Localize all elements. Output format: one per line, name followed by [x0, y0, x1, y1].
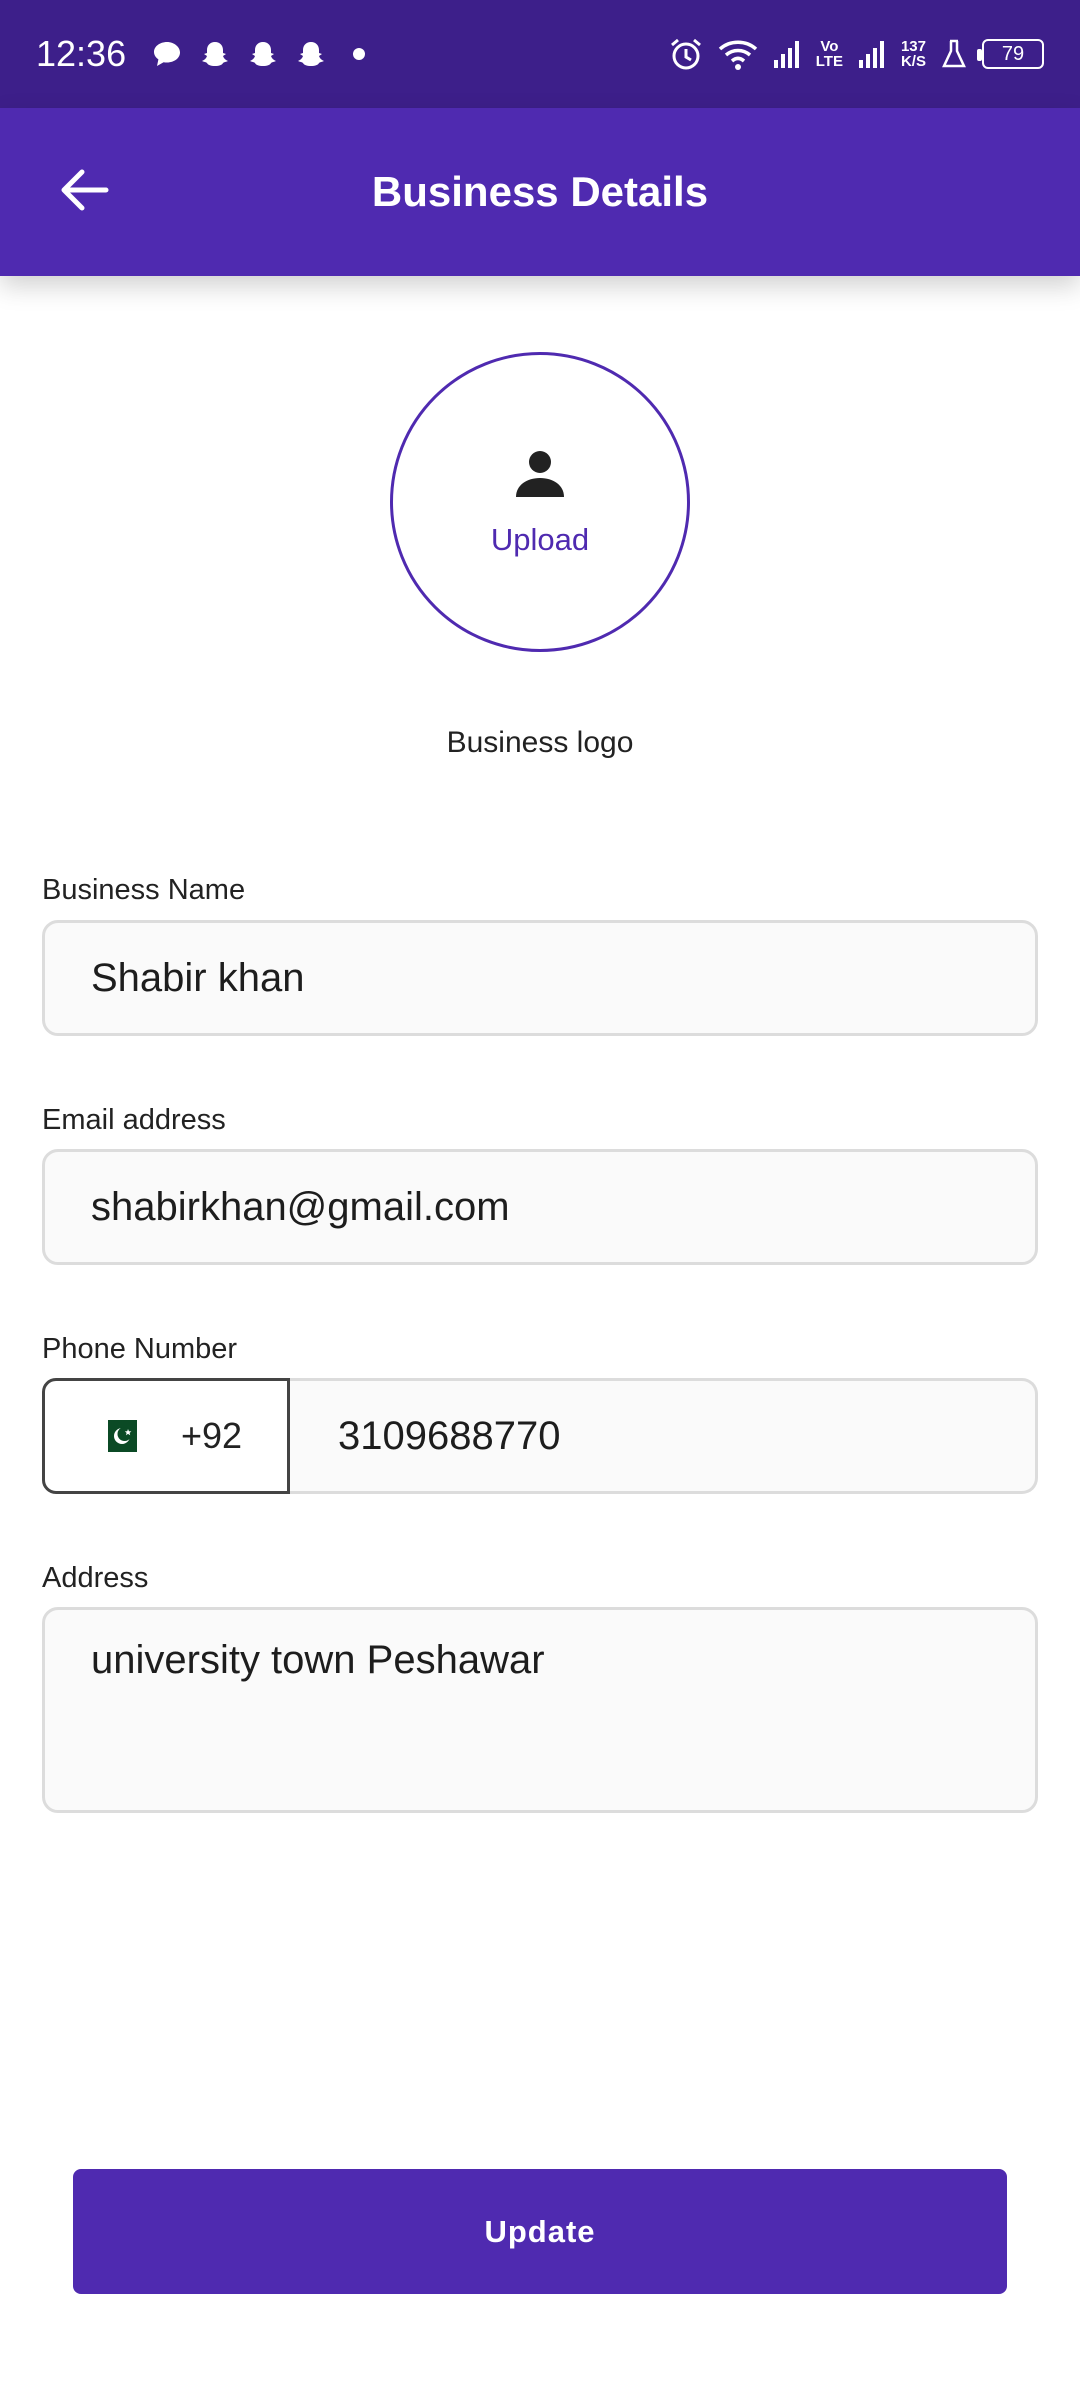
address-label: Address	[42, 1562, 149, 1594]
back-button[interactable]	[52, 160, 116, 224]
wifi-icon	[718, 37, 758, 71]
business-name-label: Business Name	[42, 874, 246, 906]
country-code: +92	[181, 1415, 243, 1456]
volte-label-bottom: LTE	[815, 53, 843, 70]
signal-strength-icon	[772, 38, 802, 70]
person-icon	[514, 447, 566, 504]
system-icons: Vo LTE 137 K/S 79	[668, 36, 1044, 72]
network-speed-unit: K/S	[900, 53, 926, 70]
email-label: Email address	[42, 1104, 226, 1136]
more-notifications-dot-icon	[344, 39, 374, 69]
chat-bubble-icon	[152, 40, 182, 68]
alarm-icon	[668, 36, 704, 72]
snapchat-icon	[248, 39, 278, 69]
flask-icon	[940, 38, 968, 70]
address-input[interactable]: university town Peshawar	[42, 1607, 1038, 1813]
network-speed-value: 137	[900, 38, 926, 55]
phone-number-input[interactable]: 3109688770	[290, 1378, 1038, 1494]
logo-upload-button[interactable]: Upload	[390, 352, 690, 652]
network-speed: 137 K/S	[901, 39, 926, 69]
signal-strength-icon	[857, 38, 887, 70]
country-code-picker[interactable]: +92	[42, 1378, 290, 1494]
app-bar: Business Details	[0, 108, 1080, 276]
business-logo-caption: Business logo	[446, 726, 634, 759]
notification-icons	[152, 39, 374, 69]
update-button[interactable]: Update	[73, 2169, 1007, 2294]
snapchat-icon	[296, 39, 326, 69]
phone-label: Phone Number	[42, 1333, 238, 1365]
pakistan-flag-icon	[99, 1420, 137, 1452]
arrow-back-icon	[58, 166, 110, 219]
email-input[interactable]: shabirkhan@gmail.com	[42, 1149, 1038, 1265]
battery-indicator: 79	[977, 39, 1044, 69]
status-time: 12:36	[36, 33, 127, 74]
snapchat-icon	[200, 39, 230, 69]
page-title: Business Details	[371, 168, 709, 215]
volte-label-top: Vo	[820, 38, 839, 55]
upload-label: Upload	[490, 521, 590, 557]
volte-icon: Vo LTE	[816, 39, 843, 69]
status-bar: 12:36 Vo LTE 137 K/S 79	[0, 0, 1080, 108]
business-name-input[interactable]: Shabir khan	[42, 920, 1038, 1036]
